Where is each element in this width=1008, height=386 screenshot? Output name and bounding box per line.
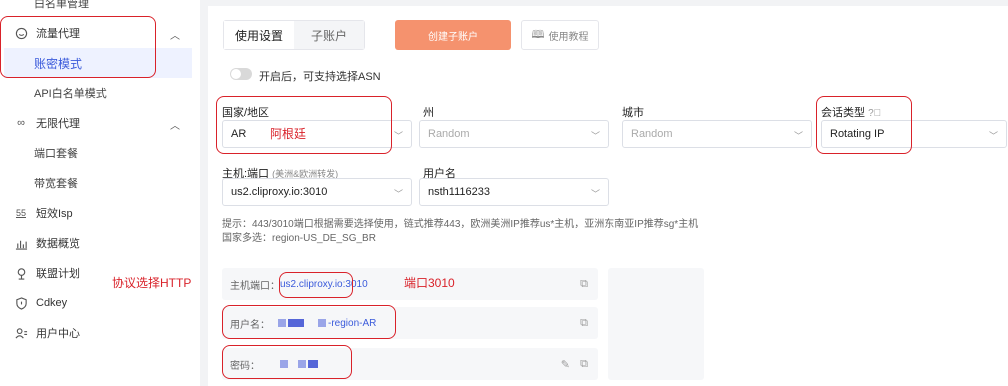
sidebar-item-user-center[interactable]: 用户中心: [0, 318, 200, 348]
main-panel: 使用设置 子账户 创建子账户 🕮 使用教程 开启后，可支持选择ASN 国家/地区…: [208, 0, 1008, 386]
chevron-down-icon: ﹀: [590, 189, 600, 199]
page: 白名单管理 流量代理 ︿ 账密模式 API白名单模式 ∞ 无限代理 ︿ 端口套餐…: [0, 0, 1008, 386]
sidebar-item-data-overview[interactable]: 数据概览: [0, 228, 200, 258]
sidebar-item-port-package[interactable]: 端口套餐: [0, 138, 200, 168]
tutorial-button[interactable]: 🕮 使用教程: [521, 20, 599, 50]
annotation-box-username: [222, 305, 396, 339]
edit-icon[interactable]: ✎: [561, 358, 570, 371]
annotation-protocol: 协议选择HTTP: [112, 276, 192, 290]
sidebar-item-api-whitelist[interactable]: API白名单模式: [0, 78, 200, 108]
shield-icon: [14, 296, 28, 310]
copy-icon[interactable]: ⧉: [580, 317, 588, 330]
state-select[interactable]: Random ﹀: [419, 120, 609, 148]
annotation-box-session: [816, 96, 912, 154]
chart-icon: [14, 236, 28, 250]
city-select[interactable]: Random ﹀: [622, 120, 812, 148]
divider: [200, 0, 208, 386]
annotation-box-password: [222, 345, 352, 379]
tab-group: 使用设置 子账户: [223, 20, 365, 50]
chevron-up-icon[interactable]: ︿: [170, 27, 180, 42]
city-label: 城市: [622, 107, 644, 119]
sidebar-item-bandwidth-package[interactable]: 带宽套餐: [0, 168, 200, 198]
annotation-box-country: [216, 96, 392, 154]
top-strip: [208, 0, 1008, 6]
sidebar-item-unlimited-proxy[interactable]: ∞ 无限代理 ︿: [0, 108, 200, 138]
tab-usage-settings[interactable]: 使用设置: [224, 21, 294, 49]
clock-icon: 55: [15, 208, 26, 218]
annotation-port: 端口3010: [404, 276, 455, 290]
host-port-select[interactable]: us2.cliproxy.io:3010 ﹀: [222, 178, 412, 206]
location-icon: [14, 266, 28, 280]
user-list-icon: [14, 326, 28, 340]
sidebar-item-cdkey[interactable]: Cdkey: [0, 288, 200, 318]
chevron-down-icon: ﹀: [393, 189, 403, 199]
sidebar-item-short-isp[interactable]: 55 短效Isp: [0, 198, 200, 228]
chevron-down-icon: ﹀: [393, 131, 403, 141]
qr-placeholder-card: [608, 268, 704, 380]
hint-text: 提示：443/3010端口根据需要选择使用，链式推荐443，欧洲美洲IP推荐us…: [222, 219, 699, 244]
annotation-box-host: [279, 272, 353, 298]
chevron-down-icon: ﹀: [590, 131, 600, 141]
book-icon: 🕮: [531, 28, 545, 41]
asn-toggle[interactable]: [230, 68, 252, 80]
tab-sub-accounts[interactable]: 子账户: [294, 21, 364, 49]
toggle-knob: [231, 69, 241, 79]
chevron-down-icon: ﹀: [793, 131, 803, 141]
asn-toggle-label: 开启后，可支持选择ASN: [259, 71, 381, 83]
copy-icon[interactable]: ⧉: [580, 278, 588, 291]
chevron-up-icon[interactable]: ︿: [170, 117, 180, 132]
chevron-down-icon: ﹀: [988, 131, 998, 141]
create-sub-account-button[interactable]: 创建子账户: [395, 20, 511, 50]
copy-icon[interactable]: ⧉: [580, 358, 588, 371]
username-select[interactable]: nsth1116233 ﹀: [419, 178, 609, 206]
sidebar: 白名单管理 流量代理 ︿ 账密模式 API白名单模式 ∞ 无限代理 ︿ 端口套餐…: [0, 0, 200, 386]
state-label: 州: [423, 107, 434, 119]
infinity-icon: ∞: [17, 117, 25, 129]
annotation-box-sidebar: [0, 16, 156, 78]
